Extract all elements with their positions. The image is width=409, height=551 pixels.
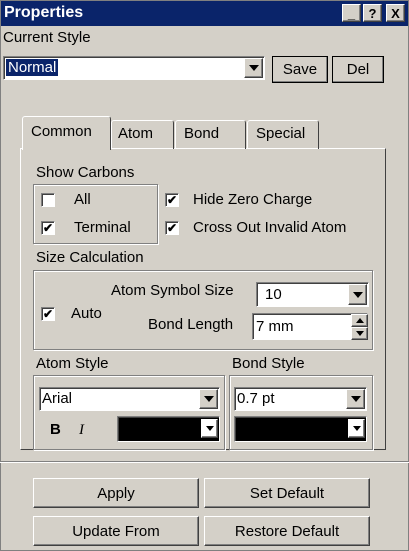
- bond-width-value: 0.7 pt: [237, 390, 275, 407]
- atom-font-value: Arial: [42, 390, 73, 407]
- atom-symbol-size-dropdown[interactable]: 10: [256, 282, 369, 307]
- tab-bond[interactable]: Bond: [175, 120, 246, 149]
- atom-symbol-size-value: 10: [265, 286, 282, 303]
- terminal-label: Terminal: [74, 219, 131, 236]
- update-from-button[interactable]: Update From: [33, 516, 199, 546]
- bond-style-label: Bond Style: [232, 355, 305, 372]
- bond-color-picker[interactable]: [234, 416, 367, 442]
- restore-default-button[interactable]: Restore Default: [204, 516, 370, 546]
- cross-out-invalid-label: Cross Out Invalid Atom: [193, 219, 347, 236]
- separator: [0, 461, 409, 463]
- terminal-checkbox[interactable]: ✔: [41, 221, 55, 235]
- window-title: Properties: [4, 4, 84, 21]
- cross-out-invalid-checkbox[interactable]: ✔: [165, 221, 179, 235]
- save-button[interactable]: Save: [272, 56, 328, 83]
- close-button[interactable]: X: [386, 4, 405, 22]
- chevron-down-icon[interactable]: [348, 419, 365, 438]
- chevron-down-icon[interactable]: [348, 284, 367, 305]
- size-calculation-label: Size Calculation: [36, 249, 144, 266]
- all-label: All: [74, 191, 91, 208]
- set-default-button[interactable]: Set Default: [204, 478, 370, 508]
- chevron-down-icon[interactable]: [199, 389, 218, 409]
- hide-zero-charge-label: Hide Zero Charge: [193, 191, 313, 208]
- atom-symbol-size-label: Atom Symbol Size: [111, 282, 234, 299]
- tab-common[interactable]: Common: [22, 116, 111, 150]
- del-button[interactable]: Del: [332, 56, 384, 83]
- bond-length-value: 7 mm: [256, 318, 294, 335]
- bold-button[interactable]: B: [50, 420, 66, 440]
- atom-style-label: Atom Style: [36, 355, 109, 372]
- italic-button[interactable]: I: [79, 420, 95, 440]
- all-checkbox[interactable]: [41, 193, 55, 207]
- chevron-down-icon[interactable]: [244, 58, 263, 78]
- bond-length-down-arrow-icon[interactable]: [351, 327, 368, 340]
- current-style-dropdown[interactable]: Normal: [3, 56, 265, 80]
- apply-button[interactable]: Apply: [33, 478, 199, 508]
- atom-font-dropdown[interactable]: Arial: [39, 387, 220, 411]
- current-style-label: Current Style: [3, 29, 91, 46]
- minimize-button[interactable]: _: [342, 4, 361, 22]
- tab-special[interactable]: Special: [247, 120, 319, 149]
- chevron-down-icon[interactable]: [201, 419, 218, 438]
- atom-color-picker[interactable]: [117, 416, 220, 442]
- bond-length-label: Bond Length: [148, 316, 234, 333]
- hide-zero-charge-checkbox[interactable]: ✔: [165, 193, 179, 207]
- title-bar[interactable]: Properties _ ? X: [1, 1, 408, 26]
- bond-width-dropdown[interactable]: 0.7 pt: [234, 387, 367, 411]
- bond-length-up-arrow-icon[interactable]: [351, 314, 368, 327]
- help-button[interactable]: ?: [363, 4, 382, 22]
- chevron-down-icon[interactable]: [346, 389, 365, 409]
- show-carbons-label: Show Carbons: [36, 164, 135, 181]
- current-style-value: Normal: [6, 59, 59, 76]
- tab-atom[interactable]: Atom: [111, 120, 174, 149]
- auto-checkbox[interactable]: ✔: [41, 307, 55, 321]
- auto-label: Auto: [71, 305, 102, 322]
